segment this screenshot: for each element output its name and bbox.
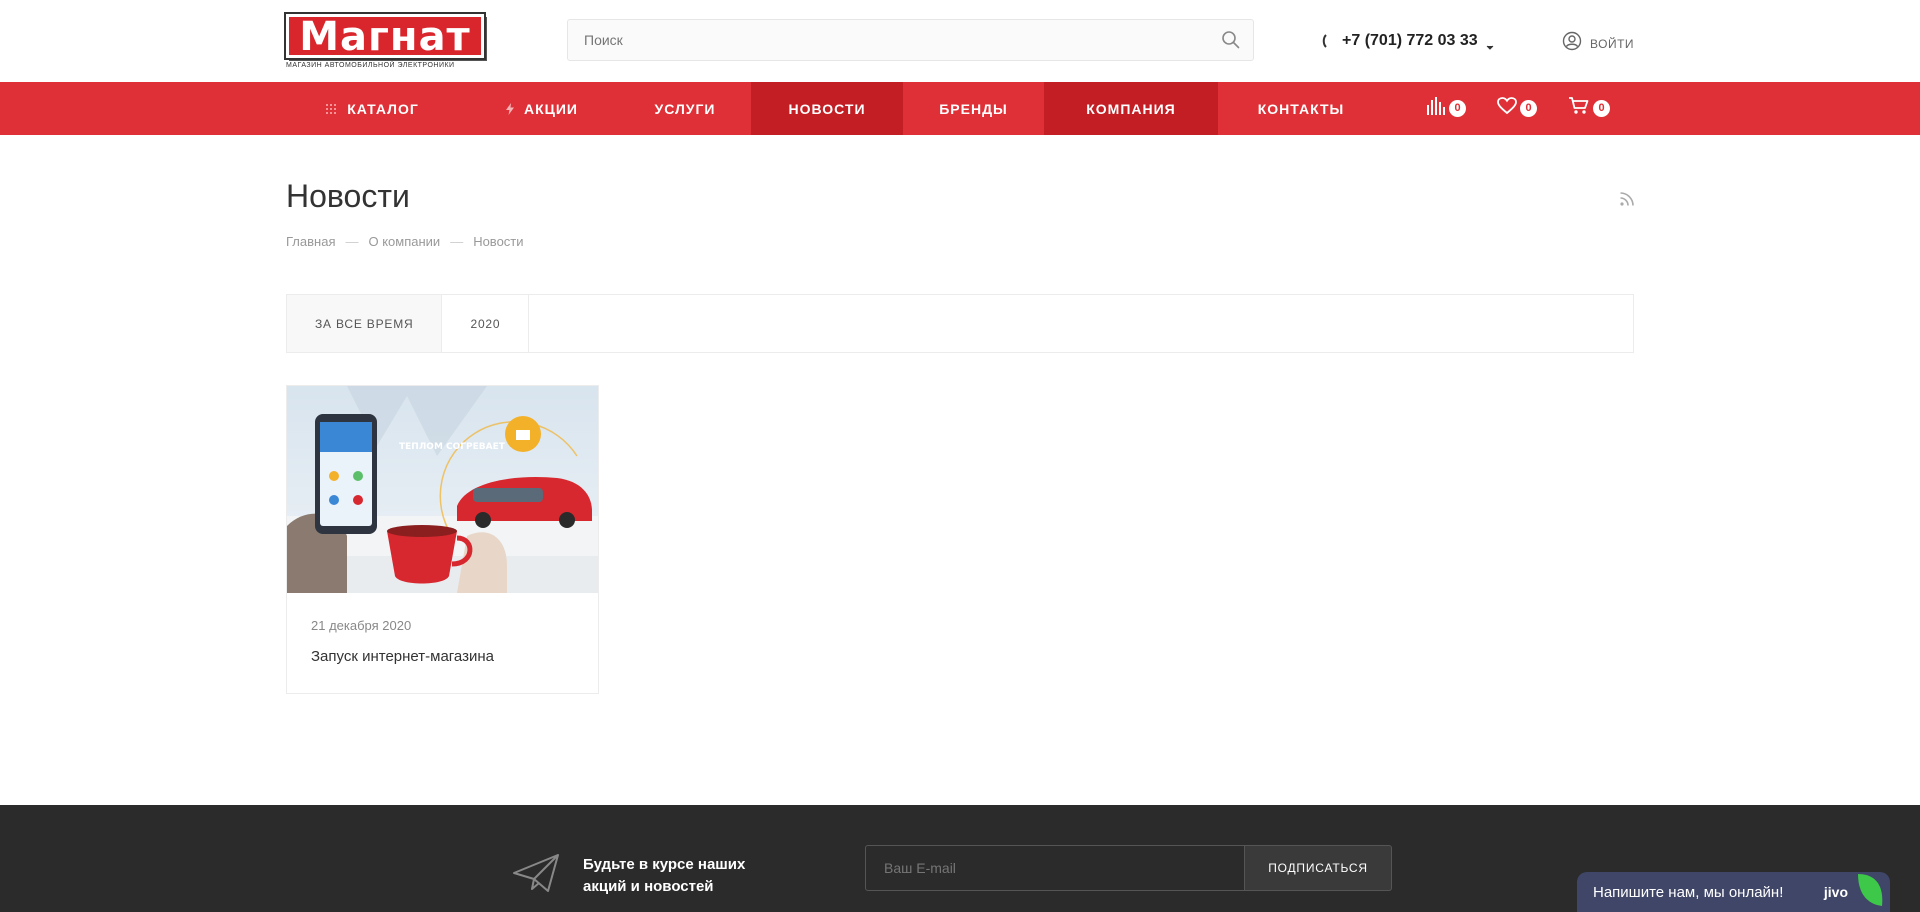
search-icon[interactable] (1221, 30, 1241, 50)
year-filter: ЗА ВСЕ ВРЕМЯ 2020 (286, 294, 1634, 353)
user-icon (1562, 31, 1582, 56)
heart-icon (1497, 97, 1517, 120)
chat-text: Напишите нам, мы онлайн! (1593, 883, 1784, 901)
news-card[interactable]: ТЕПЛОМ СОГРЕВАЕТ 21 декабря 2020 Запуск … (286, 385, 599, 694)
favorites-button[interactable]: 0 (1497, 82, 1537, 135)
page-title: Новости (286, 178, 410, 214)
nav-item-promotions[interactable]: АКЦИИ (482, 82, 602, 135)
news-date: 21 декабря 2020 (311, 618, 412, 633)
breadcrumb-home[interactable]: Главная (286, 234, 335, 249)
paper-plane-icon (512, 853, 560, 893)
breadcrumb-separator: — (450, 234, 464, 249)
nav-label: КАТАЛОГ (347, 100, 419, 117)
filter-tab-2020[interactable]: 2020 (442, 295, 530, 352)
chat-brand: jivo (1823, 884, 1848, 900)
phone-icon (1322, 34, 1334, 48)
chevron-down-icon (1486, 38, 1494, 50)
chat-widget[interactable]: Напишите нам, мы онлайн! jivo (1577, 872, 1890, 912)
nav-label: НОВОСТИ (788, 100, 866, 117)
nav-item-services[interactable]: УСЛУГИ (626, 82, 744, 135)
filter-tab-all-time[interactable]: ЗА ВСЕ ВРЕМЯ (287, 295, 443, 352)
subscribe-button[interactable]: ПОДПИСАТЬСЯ (1245, 845, 1392, 891)
news-title[interactable]: Запуск интернет-магазина (311, 648, 494, 665)
breadcrumb-company[interactable]: О компании (368, 234, 440, 249)
nav-label: БРЕНДЫ (939, 100, 1008, 117)
nav-item-brands[interactable]: БРЕНДЫ (903, 82, 1044, 135)
email-input[interactable] (866, 846, 1244, 890)
email-box (865, 845, 1245, 891)
breadcrumb: Главная — О компании — Новости (286, 234, 524, 249)
nav-item-catalog[interactable]: КАТАЛОГ (302, 82, 442, 135)
login-link[interactable]: ВОЙТИ (1562, 31, 1634, 56)
cart-count: 0 (1593, 100, 1610, 117)
news-image: ТЕПЛОМ СОГРЕВАЕТ (287, 386, 598, 593)
rss-icon[interactable] (1618, 190, 1636, 208)
nav-item-contacts[interactable]: КОНТАКТЫ (1218, 82, 1384, 135)
nav-label: КОНТАКТЫ (1257, 100, 1345, 117)
main-nav: КАТАЛОГ АКЦИИ УСЛУГИ НОВОСТИ БРЕНДЫ КОМП… (0, 82, 1920, 135)
compare-icon (1426, 97, 1446, 120)
nav-label: АКЦИИ (523, 100, 578, 117)
nav-label: УСЛУГИ (654, 100, 716, 117)
search-input[interactable] (568, 20, 1253, 60)
lightning-icon (505, 102, 514, 115)
leaf-icon (1856, 872, 1884, 908)
cart-button[interactable]: 0 (1568, 82, 1610, 135)
logo-text: Магнат (299, 14, 471, 60)
search-box (567, 19, 1254, 61)
nav-label: КОМПАНИЯ (1086, 100, 1176, 117)
logo-subtitle: МАГАЗИН АВТОМОБИЛЬНОЙ ЭЛЕКТРОНИКИ (286, 62, 455, 69)
grid-icon (325, 103, 337, 115)
phone-dropdown[interactable]: +7 (701) 772 03 33 (1322, 30, 1494, 52)
subscribe-text: Будьте в курсе наших акций и новостей (583, 856, 746, 895)
nav-item-company[interactable]: КОМПАНИЯ (1044, 82, 1218, 135)
phone-number: +7 (701) 772 03 33 (1342, 32, 1478, 49)
breadcrumb-current: Новости (473, 234, 524, 249)
login-label: ВОЙТИ (1590, 36, 1635, 51)
breadcrumb-separator: — (345, 234, 359, 249)
news-image-caption: ТЕПЛОМ СОГРЕВАЕТ (399, 442, 506, 452)
site-header: Магнат МАГАЗИН АВТОМОБИЛЬНОЙ ЭЛЕКТРОНИКИ… (0, 0, 1920, 82)
compare-count: 0 (1449, 100, 1466, 117)
favorites-count: 0 (1520, 100, 1537, 117)
logo[interactable]: Магнат МАГАЗИН АВТОМОБИЛЬНОЙ ЭЛЕКТРОНИКИ (284, 12, 486, 72)
compare-button[interactable]: 0 (1426, 82, 1466, 135)
nav-item-news[interactable]: НОВОСТИ (751, 82, 903, 135)
cart-icon (1568, 97, 1590, 120)
